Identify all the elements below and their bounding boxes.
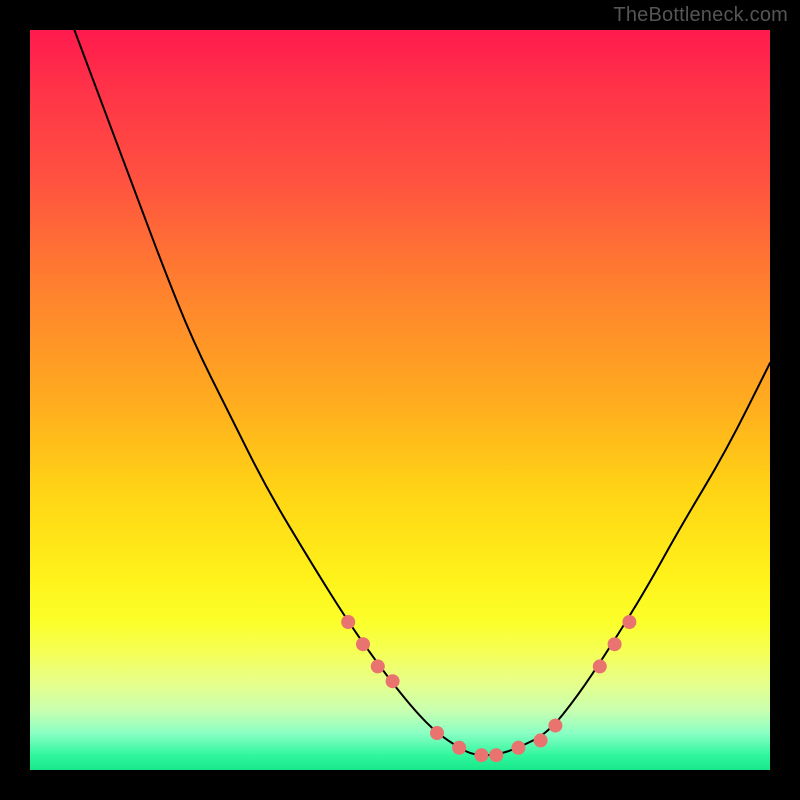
highlight-dot (489, 748, 503, 762)
highlight-dot (608, 637, 622, 651)
highlight-dot (341, 615, 355, 629)
curve-svg (30, 30, 770, 770)
watermark-text: TheBottleneck.com (613, 4, 788, 27)
bottleneck-curve-path (74, 30, 770, 755)
highlight-dot (356, 637, 370, 651)
chart-stage: TheBottleneck.com (0, 0, 800, 800)
highlight-dot (548, 719, 562, 733)
highlight-dot (386, 674, 400, 688)
highlight-dot (593, 659, 607, 673)
highlight-dot (474, 748, 488, 762)
highlight-dot (430, 726, 444, 740)
highlight-dot (511, 741, 525, 755)
gradient-plot-area (30, 30, 770, 770)
highlight-dot (622, 615, 636, 629)
highlight-dot (452, 741, 466, 755)
highlight-dot (534, 733, 548, 747)
highlight-dot (371, 659, 385, 673)
highlight-dots-group (341, 615, 636, 762)
